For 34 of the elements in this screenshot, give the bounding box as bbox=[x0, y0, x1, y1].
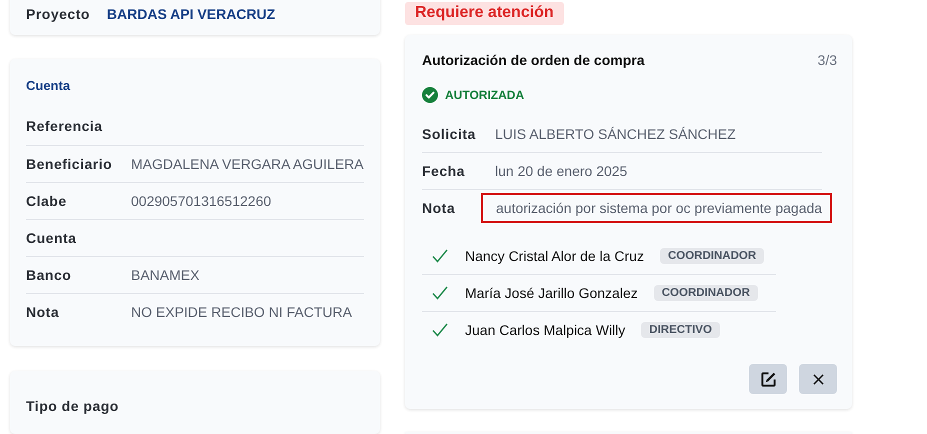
edit-button[interactable] bbox=[749, 364, 787, 394]
field-label: Cuenta bbox=[26, 230, 78, 246]
payment-type-label: Tipo de pago bbox=[26, 398, 120, 414]
role-tag: DIRECTIVO bbox=[641, 322, 720, 338]
highlighted-value: autorización por sistema por oc previamente pagada bbox=[481, 193, 832, 223]
project-name: BARDAS API VERACRUZ bbox=[106, 6, 276, 22]
role-tag: COORDINADOR bbox=[654, 285, 758, 301]
field-label: Nota bbox=[26, 304, 60, 320]
field-value: 002905701316512260 bbox=[131, 192, 272, 209]
field-label: Beneficiario bbox=[26, 156, 114, 172]
close-button[interactable] bbox=[799, 364, 837, 394]
field-value: LUIS ALBERTO SÁNCHEZ SÁNCHEZ bbox=[495, 124, 736, 144]
field-label: Referencia bbox=[26, 118, 104, 134]
field-label: Solicita bbox=[422, 126, 477, 142]
attention-badge: Requiere atención bbox=[405, 2, 564, 25]
authorization-title: Autorización de orden de compra bbox=[422, 52, 644, 68]
account-title: Cuenta bbox=[26, 78, 72, 93]
field-label: Fecha bbox=[422, 163, 466, 179]
signer-name: María José Jarillo Gonzalez bbox=[465, 285, 638, 301]
field-value: MAGDALENA VERGARA AGUILERA bbox=[131, 156, 364, 172]
project-label: Proyecto bbox=[26, 6, 90, 22]
field-label: Nota bbox=[422, 200, 456, 216]
field-label: Clabe bbox=[26, 192, 68, 209]
status-text: AUTORIZADA bbox=[445, 88, 524, 102]
signer-name: Nancy Cristal Alor de la Cruz bbox=[465, 248, 644, 264]
role-tag: COORDINADOR bbox=[660, 248, 764, 264]
close-icon bbox=[812, 374, 824, 384]
signer-name: Juan Carlos Malpica Willy bbox=[465, 322, 626, 338]
field-label: Banco bbox=[26, 266, 72, 283]
field-value: BANAMEX bbox=[131, 266, 200, 283]
field-value: NO EXPIDE RECIBO NI FACTURA bbox=[131, 304, 352, 320]
step-count: 3/3 bbox=[818, 52, 837, 68]
edit-icon bbox=[760, 370, 776, 388]
field-value: lun 20 de enero 2025 bbox=[495, 162, 628, 181]
